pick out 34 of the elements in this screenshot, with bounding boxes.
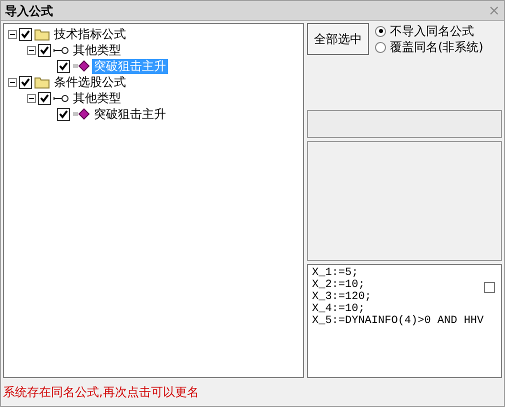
radio-button[interactable] — [375, 26, 386, 36]
checkbox[interactable] — [38, 92, 51, 104]
key-icon — [53, 46, 69, 54]
folder-icon — [34, 28, 50, 40]
radio-button[interactable] — [375, 42, 386, 52]
diamond-icon — [72, 108, 90, 120]
radio-label[interactable]: 不导入同名公式 — [390, 22, 474, 40]
status-message: 系统存在同名公式,再次点击可以更名 — [2, 384, 200, 401]
radio-label[interactable]: 覆盖同名(非系统) — [390, 38, 484, 56]
tree-item[interactable]: 突破狙击主升 — [92, 106, 168, 122]
code-line: X_5:=DYNAINFO(4)>0 AND HHV — [312, 315, 484, 327]
collapse-icon[interactable] — [8, 78, 17, 86]
checkbox[interactable] — [57, 108, 70, 120]
tree-item[interactable]: 其他类型 — [71, 42, 123, 58]
checkbox[interactable] — [484, 282, 495, 293]
checkbox[interactable] — [38, 44, 51, 56]
checkbox[interactable] — [19, 28, 32, 40]
collapse-icon[interactable] — [27, 94, 36, 102]
code-line: X_3:=120; — [312, 291, 372, 303]
code-line: X_1:=5; — [312, 267, 360, 279]
collapse-icon[interactable] — [27, 46, 36, 54]
window-title: 导入公式 — [5, 2, 53, 20]
select-all-button[interactable]: 全部选中 — [307, 23, 369, 55]
collapse-icon[interactable] — [8, 30, 17, 38]
checkbox[interactable] — [19, 76, 32, 88]
folder-icon — [34, 76, 50, 88]
checkbox[interactable] — [57, 60, 70, 72]
key-icon — [53, 94, 69, 102]
tree-item[interactable]: 技术指标公式 — [52, 26, 128, 42]
tree-item[interactable]: 条件选股公式 — [52, 74, 128, 90]
code-line: X_2:=10; — [312, 279, 366, 291]
tree-item[interactable]: 其他类型 — [71, 90, 123, 106]
code-line: X_4:=10; — [312, 303, 366, 315]
diamond-icon — [72, 60, 90, 72]
